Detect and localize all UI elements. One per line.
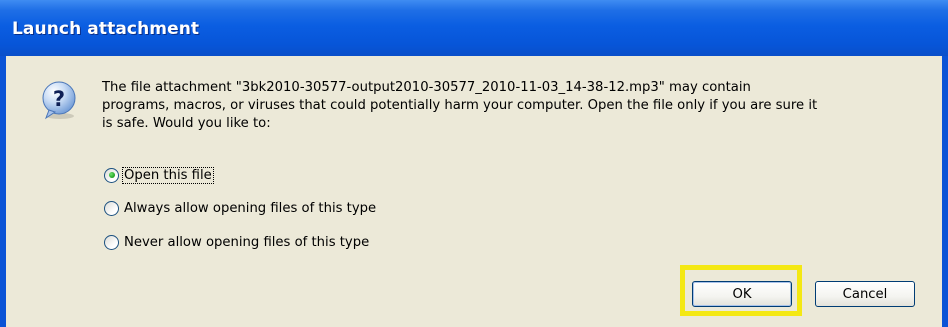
message-line: programs, macros, or viruses that could … <box>102 98 818 113</box>
radio-label: Open this file <box>122 166 214 184</box>
radio-open-this-file[interactable]: Open this file <box>104 165 214 185</box>
dialog-message: The file attachment "3bk2010-30577-outpu… <box>102 79 932 133</box>
svg-text:?: ? <box>53 87 65 111</box>
dialog-body: ? The file attachment "3bk2010-30577-out… <box>6 56 942 327</box>
radio-always-allow[interactable]: Always allow opening files of this type <box>104 198 377 218</box>
message-line: is safe. Would you like to: <box>102 116 271 131</box>
dialog-window: Launch attachment ? The file attachment … <box>0 0 948 327</box>
question-icon: ? <box>42 81 76 120</box>
radio-button[interactable] <box>104 200 119 216</box>
radio-dot <box>108 172 115 178</box>
message-line: The file attachment "3bk2010-30577-outpu… <box>102 80 751 95</box>
window-title: Launch attachment <box>12 19 200 39</box>
radio-label: Always allow opening files of this type <box>124 200 377 216</box>
cancel-button[interactable]: Cancel <box>815 281 915 307</box>
ok-button[interactable]: OK <box>692 281 792 307</box>
radio-never-allow[interactable]: Never allow opening files of this type <box>104 232 370 252</box>
radio-button[interactable] <box>104 234 119 250</box>
radio-label: Never allow opening files of this type <box>124 234 370 250</box>
title-bar[interactable]: Launch attachment <box>0 0 948 56</box>
radio-button-selected[interactable] <box>104 167 119 183</box>
